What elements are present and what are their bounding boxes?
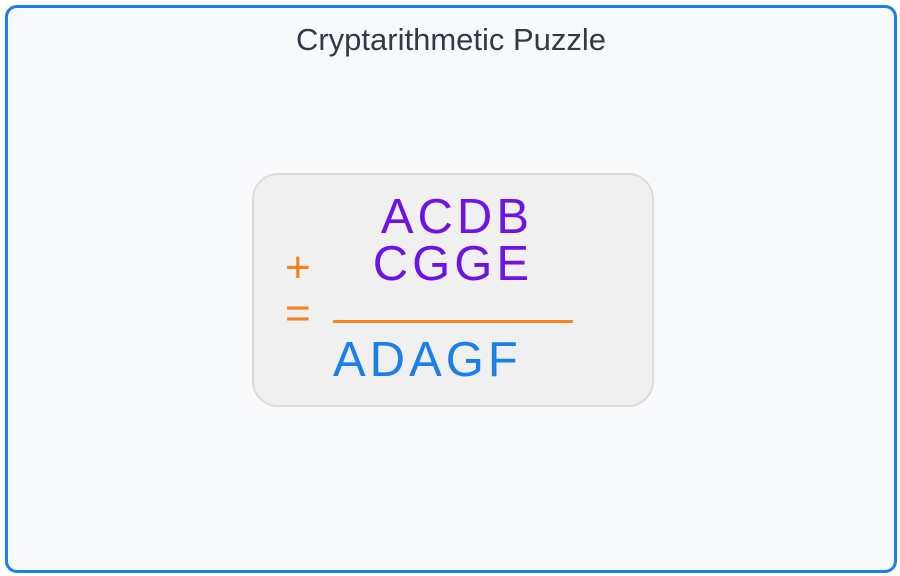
equals-operator: = (285, 289, 311, 338)
sum-rule-line (333, 320, 573, 323)
puzzle-frame: Cryptarithmetic Puzzle ACDB + CGGE = ADA… (5, 5, 897, 573)
plus-operator: + (285, 243, 311, 292)
sum-result: ADAGF (333, 333, 522, 387)
addend-bottom: CGGE (372, 237, 533, 291)
puzzle-card: ACDB + CGGE = ADAGF (252, 173, 654, 407)
page-title: Cryptarithmetic Puzzle (295, 22, 607, 57)
